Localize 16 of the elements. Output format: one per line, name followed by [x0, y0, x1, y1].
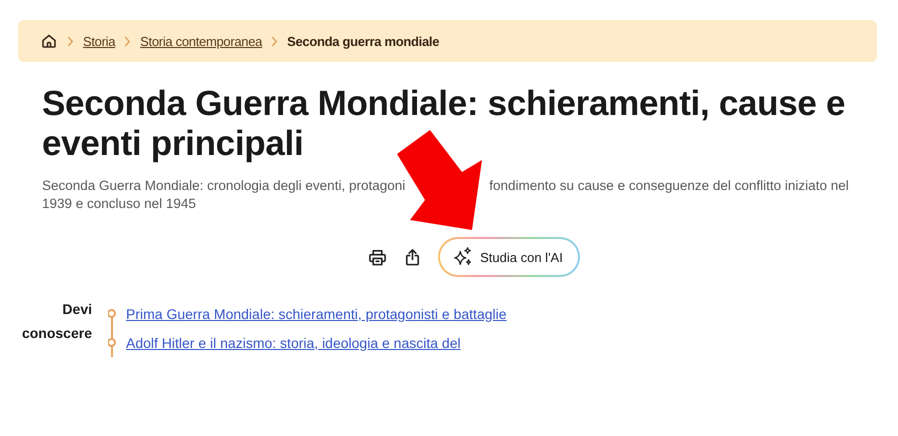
home-icon[interactable]: [41, 33, 57, 49]
chevron-icon: [271, 36, 278, 46]
page-title: Seconda Guerra Mondiale: schieramenti, cause e eventi principali: [42, 84, 846, 164]
topic-link[interactable]: Adolf Hitler e il nazismo: storia, ideologia e nascita del: [126, 334, 461, 350]
description-text: fondimento su cause e conseguenze del conflitto iniziato nel: [489, 177, 849, 195]
breadcrumb-current: Seconda guerra mondiale: [287, 34, 440, 48]
print-icon[interactable]: [368, 248, 388, 266]
chevron-icon: [124, 36, 132, 46]
study-with-ai-button[interactable]: Studia con l'AI: [438, 237, 580, 277]
prerequisites-label: Devi conoscere: [20, 300, 92, 343]
chevron-icon: [67, 36, 74, 46]
topic-link[interactable]: Prima Guerra Mondiale: schieramenti, protagonisti e battaglie: [126, 306, 507, 322]
description-text: 1939 e concluso nel 1945: [42, 195, 196, 213]
description-text: Seconda Guerra Mondiale: cronologia degli eventi, protagoni: [42, 177, 406, 195]
breadcrumb-link[interactable]: Storia contemporanea: [140, 34, 262, 48]
breadcrumb-link[interactable]: Storia: [83, 34, 116, 48]
